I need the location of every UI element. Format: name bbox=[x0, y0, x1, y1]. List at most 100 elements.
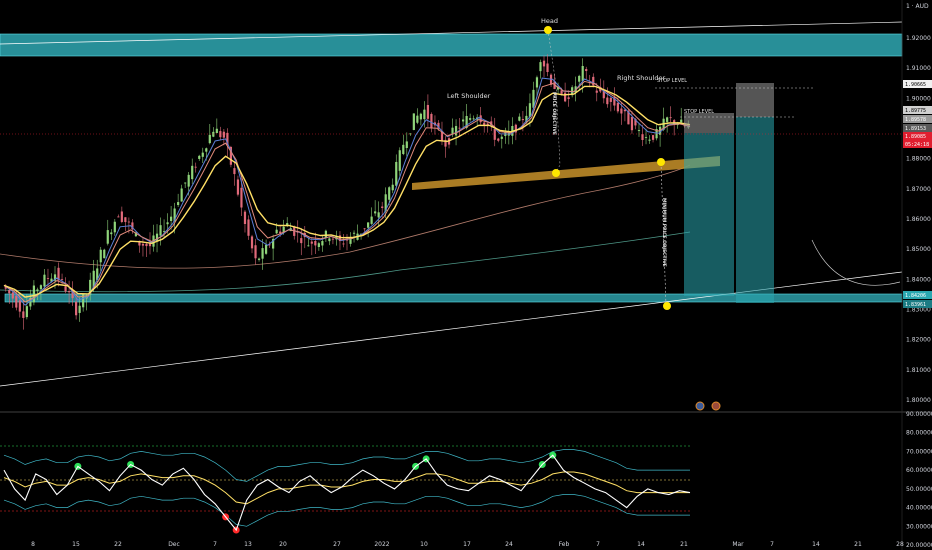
time-tick-label: Feb bbox=[559, 541, 570, 548]
candle-body bbox=[78, 305, 81, 313]
candle-body bbox=[208, 134, 211, 144]
candle-body bbox=[651, 135, 655, 140]
candle-body bbox=[528, 103, 532, 118]
time-tick-label: 22 bbox=[114, 541, 122, 548]
time-tick-label: 24 bbox=[505, 541, 513, 548]
time-tick-label: 7 bbox=[770, 541, 774, 548]
event-icon-2[interactable] bbox=[711, 401, 721, 411]
candle-body bbox=[120, 211, 123, 222]
candle-body bbox=[458, 127, 461, 129]
time-tick-label: Mar bbox=[732, 541, 744, 548]
candle-body bbox=[518, 116, 521, 121]
candle-body bbox=[609, 97, 612, 102]
neckline-left-marker bbox=[552, 169, 560, 177]
price-tick-label: 1.90000 bbox=[906, 95, 931, 102]
candle-body bbox=[381, 206, 384, 208]
candle-body bbox=[8, 290, 11, 294]
stop-level-label-1: STOP LEVEL bbox=[657, 78, 687, 84]
candle-body bbox=[331, 238, 335, 240]
price-tag-p4: 1.89153 bbox=[905, 126, 926, 132]
candle-body bbox=[264, 244, 268, 254]
candle-body bbox=[412, 113, 415, 130]
candle-body bbox=[402, 144, 405, 155]
candle-body bbox=[500, 136, 503, 139]
candle-body bbox=[261, 248, 264, 259]
candle-body bbox=[177, 202, 180, 206]
candle-body bbox=[374, 211, 377, 214]
left-shoulder-label: Left Shoulder bbox=[447, 92, 491, 100]
candle-body bbox=[215, 128, 218, 133]
last-price-tag: 1.89085 bbox=[905, 134, 926, 140]
candle-body bbox=[159, 225, 162, 236]
candle-body bbox=[666, 117, 669, 122]
candle-body bbox=[46, 278, 50, 279]
candle-body bbox=[64, 286, 67, 292]
osc-tick-label: 70.00000 bbox=[906, 448, 932, 455]
time-tick-label: 7 bbox=[213, 541, 217, 548]
candle-body bbox=[243, 211, 247, 225]
osc-tick-label: 40.00000 bbox=[906, 505, 932, 512]
candle-body bbox=[212, 131, 215, 137]
target-marker bbox=[663, 302, 671, 310]
candle-body bbox=[145, 243, 148, 247]
candle-body bbox=[124, 217, 127, 223]
candle-body bbox=[669, 117, 672, 119]
time-tick-label: 27 bbox=[333, 541, 341, 548]
candle-body bbox=[419, 113, 422, 120]
candle-body bbox=[222, 131, 225, 138]
candle-body bbox=[497, 138, 500, 141]
head-marker bbox=[544, 26, 552, 34]
candle-body bbox=[43, 274, 46, 287]
candle-body bbox=[539, 62, 542, 72]
candle-body bbox=[275, 229, 278, 234]
time-tick-label: 17 bbox=[463, 541, 471, 548]
candle-body bbox=[324, 230, 327, 238]
osc-tick-label: 20.00000 bbox=[906, 542, 932, 549]
price-tag-p2: 1.89775 bbox=[905, 108, 926, 114]
candle-body bbox=[99, 249, 102, 263]
candle-body bbox=[113, 221, 116, 233]
candle-body bbox=[36, 289, 39, 291]
time-tick-label: 28 bbox=[896, 541, 904, 548]
event-icon-1[interactable] bbox=[695, 401, 705, 411]
time-tick-label: 8 bbox=[31, 541, 35, 548]
candle-body bbox=[11, 292, 14, 299]
chart-background bbox=[0, 0, 932, 550]
candle-body bbox=[201, 152, 204, 157]
price-tag-p1: 1.90665 bbox=[905, 82, 926, 88]
candle-body bbox=[15, 295, 18, 308]
candle-body bbox=[560, 90, 563, 94]
price-objective-label: PRICE OBJECTIVE bbox=[551, 92, 557, 135]
price-tick-label: 1.85000 bbox=[906, 246, 931, 253]
candle-body bbox=[191, 165, 194, 180]
candle-body bbox=[363, 228, 366, 230]
candle-body bbox=[648, 139, 651, 141]
candle-body bbox=[567, 97, 570, 99]
candle-body bbox=[423, 109, 426, 120]
candle-body bbox=[426, 104, 430, 119]
countdown-tag: 05:24:18 bbox=[905, 142, 929, 148]
time-tick-label: 13 bbox=[244, 541, 252, 548]
candle-body bbox=[317, 243, 320, 247]
candle-body bbox=[166, 222, 169, 225]
candle-body bbox=[391, 184, 394, 191]
candle-body bbox=[342, 243, 345, 245]
candle-body bbox=[585, 69, 588, 72]
osc-tick-label: 80.00000 bbox=[906, 430, 932, 437]
candle-body bbox=[22, 311, 25, 318]
time-tick-label: 21 bbox=[854, 541, 862, 548]
neckline-right-marker bbox=[657, 158, 665, 166]
candle-body bbox=[236, 179, 240, 195]
candle-body bbox=[18, 300, 21, 312]
target-box-1 bbox=[684, 133, 734, 296]
candle-body bbox=[595, 90, 598, 93]
price-tick-label: 1.91000 bbox=[906, 65, 931, 72]
target-tag-1: 1.84206 bbox=[905, 293, 926, 299]
candle-body bbox=[247, 219, 250, 236]
osc-tick-label: 30.00000 bbox=[906, 523, 932, 530]
osc-tick-label: 50.00000 bbox=[906, 486, 932, 493]
candle-body bbox=[110, 232, 113, 235]
candle-body bbox=[314, 240, 317, 246]
candle-body bbox=[240, 187, 243, 208]
candle-body bbox=[377, 212, 380, 218]
